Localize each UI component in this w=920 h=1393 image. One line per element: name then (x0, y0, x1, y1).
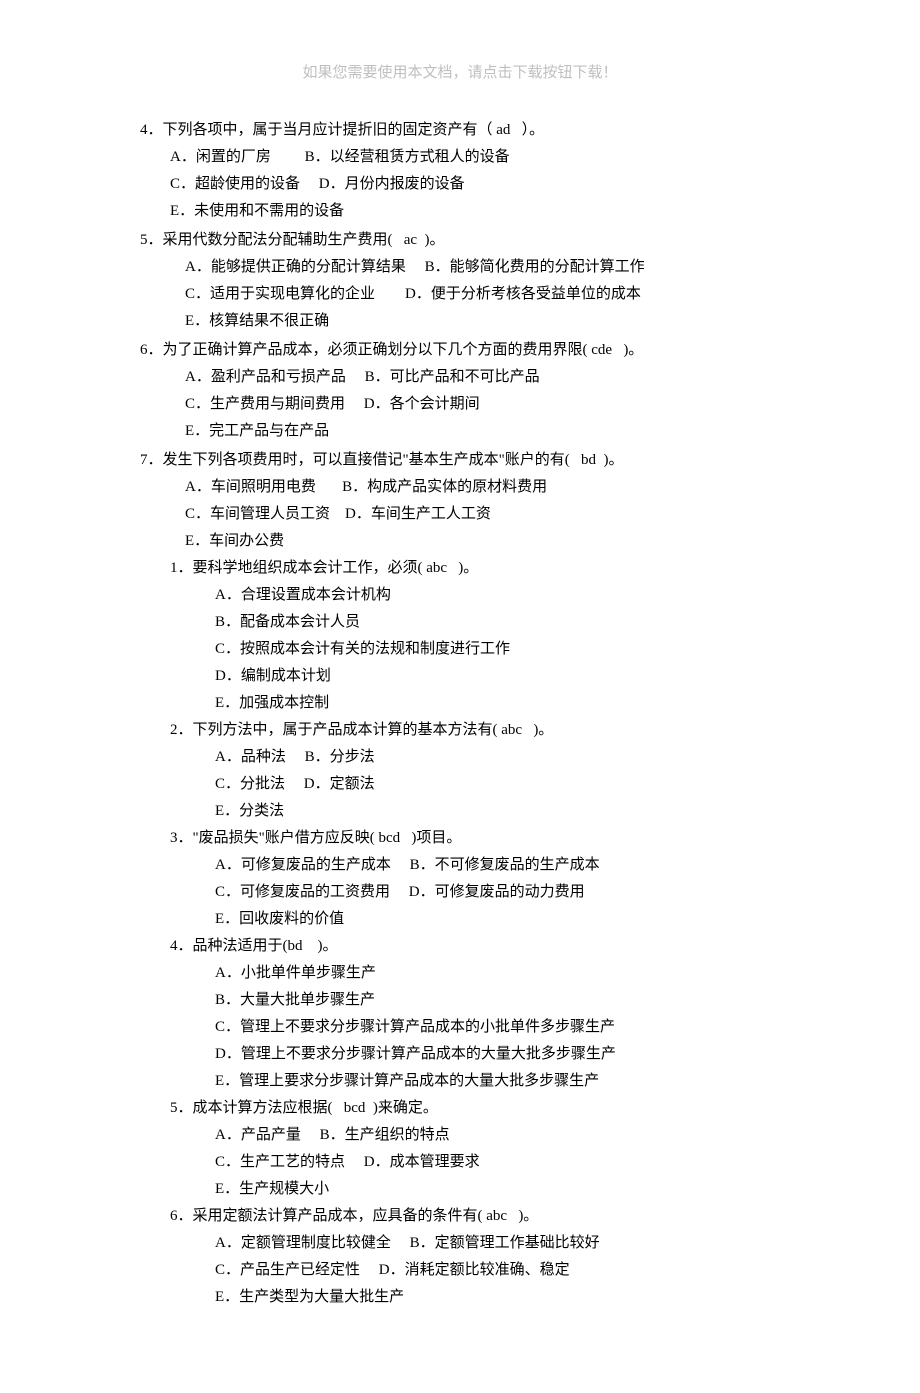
sub-question-1-option-c: C．按照成本会计有关的法规和制度进行工作 (215, 636, 780, 663)
sub-question-6-option-row-ab: A．定额管理制度比较健全 B．定额管理工作基础比较好 (215, 1230, 780, 1257)
sub-question-1-option-e: E．加强成本控制 (215, 690, 780, 717)
sub-question-3-option-row-cd: C．可修复废品的工资费用 D．可修复废品的动力费用 (215, 879, 780, 906)
question-5-option-row-ab: A．能够提供正确的分配计算结果 B．能够简化费用的分配计算工作 (185, 254, 780, 281)
sub-question-1-stem: 1．要科学地组织成本会计工作，必须( abc )。 (170, 555, 780, 582)
sub-question-5: 5．成本计算方法应根据( bcd )来确定。 A．产品产量 B．生产组织的特点 … (170, 1095, 780, 1203)
sub-question-1-option-d: D．编制成本计划 (215, 663, 780, 690)
sub-question-2-option-row-ab: A．品种法 B．分步法 (215, 744, 780, 771)
question-4: 4．下列各项中，属于当月应计提折旧的固定资产有（ ad ）。 A．闲置的厂房 B… (140, 117, 780, 225)
sub-question-3-option-row-e: E．回收废料的价值 (215, 906, 780, 933)
document-page: 如果您需要使用本文档，请点击下载按钮下载！ 4．下列各项中，属于当月应计提折旧的… (0, 0, 920, 1393)
sub-question-2: 2．下列方法中，属于产品成本计算的基本方法有( abc )。 A．品种法 B．分… (170, 717, 780, 825)
sub-question-4-option-e: E．管理上要求分步骤计算产品成本的大量大批多步骤生产 (215, 1068, 780, 1095)
sub-question-4-option-b: B．大量大批单步骤生产 (215, 987, 780, 1014)
sub-question-4: 4．品种法适用于(bd )。 A．小批单件单步骤生产 B．大量大批单步骤生产 C… (170, 933, 780, 1095)
question-4-option-row-ab: A．闲置的厂房 B．以经营租赁方式租人的设备 (170, 144, 780, 171)
sub-question-2-stem: 2．下列方法中，属于产品成本计算的基本方法有( abc )。 (170, 717, 780, 744)
question-7-stem: 7．发生下列各项费用时，可以直接借记"基本生产成本"账户的有( bd )。 (140, 447, 780, 474)
sub-question-3-option-row-ab: A．可修复废品的生产成本 B．不可修复废品的生产成本 (215, 852, 780, 879)
sub-question-5-option-row-e: E．生产规模大小 (215, 1176, 780, 1203)
sub-question-1-option-b: B．配备成本会计人员 (215, 609, 780, 636)
question-4-option-row-e: E．未使用和不需用的设备 (170, 198, 780, 225)
sub-question-4-option-a: A．小批单件单步骤生产 (215, 960, 780, 987)
sub-question-5-stem: 5．成本计算方法应根据( bcd )来确定。 (170, 1095, 780, 1122)
header-download-note: 如果您需要使用本文档，请点击下载按钮下载！ (140, 60, 780, 87)
sub-question-6-option-row-e: E．生产类型为大量大批生产 (215, 1284, 780, 1311)
sub-question-3: 3．"废品损失"账户借方应反映( bcd )项目。 A．可修复废品的生产成本 B… (170, 825, 780, 933)
question-6-option-row-ab: A．盈利产品和亏损产品 B．可比产品和不可比产品 (185, 364, 780, 391)
sub-question-3-stem: 3．"废品损失"账户借方应反映( bcd )项目。 (170, 825, 780, 852)
question-6-option-row-e: E．完工产品与在产品 (185, 418, 780, 445)
sub-question-2-option-row-e: E．分类法 (215, 798, 780, 825)
question-4-option-row-cd: C．超龄使用的设备 D．月份内报废的设备 (170, 171, 780, 198)
question-5-stem: 5．采用代数分配法分配辅助生产费用( ac )。 (140, 227, 780, 254)
sub-question-1-option-a: A．合理设置成本会计机构 (215, 582, 780, 609)
sub-question-5-option-row-ab: A．产品产量 B．生产组织的特点 (215, 1122, 780, 1149)
question-7-option-row-e: E．车间办公费 (185, 528, 780, 555)
sub-question-4-stem: 4．品种法适用于(bd )。 (170, 933, 780, 960)
question-5-option-row-cd: C．适用于实现电算化的企业 D．便于分析考核各受益单位的成本 (185, 281, 780, 308)
sub-question-2-option-row-cd: C．分批法 D．定额法 (215, 771, 780, 798)
question-4-stem: 4．下列各项中，属于当月应计提折旧的固定资产有（ ad ）。 (140, 117, 780, 144)
question-6-stem: 6．为了正确计算产品成本，必须正确划分以下几个方面的费用界限( cde )。 (140, 337, 780, 364)
sub-question-4-option-d: D．管理上不要求分步骤计算产品成本的大量大批多步骤生产 (215, 1041, 780, 1068)
question-6-option-row-cd: C．生产费用与期间费用 D．各个会计期间 (185, 391, 780, 418)
question-7-option-row-cd: C．车间管理人员工资 D．车间生产工人工资 (185, 501, 780, 528)
sub-question-6-option-row-cd: C．产品生产已经定性 D．消耗定额比较准确、稳定 (215, 1257, 780, 1284)
question-5-option-row-e: E．核算结果不很正确 (185, 308, 780, 335)
sub-question-4-option-c: C．管理上不要求分步骤计算产品成本的小批单件多步骤生产 (215, 1014, 780, 1041)
question-7-option-row-ab: A．车间照明用电费 B．构成产品实体的原材料费用 (185, 474, 780, 501)
question-7: 7．发生下列各项费用时，可以直接借记"基本生产成本"账户的有( bd )。 A．… (140, 447, 780, 1311)
sub-question-6: 6．采用定额法计算产品成本，应具备的条件有( abc )。 A．定额管理制度比较… (170, 1203, 780, 1311)
question-6: 6．为了正确计算产品成本，必须正确划分以下几个方面的费用界限( cde )。 A… (140, 337, 780, 445)
sub-question-5-option-row-cd: C．生产工艺的特点 D．成本管理要求 (215, 1149, 780, 1176)
sub-question-6-stem: 6．采用定额法计算产品成本，应具备的条件有( abc )。 (170, 1203, 780, 1230)
sub-question-1: 1．要科学地组织成本会计工作，必须( abc )。 A．合理设置成本会计机构 B… (170, 555, 780, 717)
question-5: 5．采用代数分配法分配辅助生产费用( ac )。 A．能够提供正确的分配计算结果… (140, 227, 780, 335)
